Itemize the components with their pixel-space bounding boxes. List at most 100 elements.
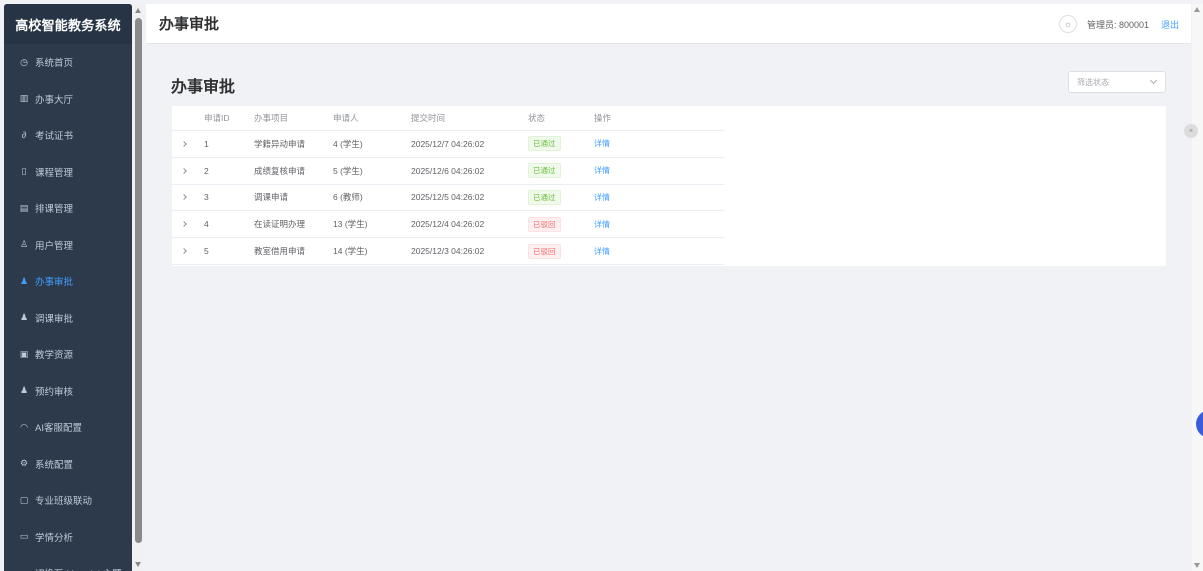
detail-link[interactable]: 详情	[594, 220, 610, 229]
detail-link[interactable]: 详情	[594, 166, 610, 175]
cell-time: 2025/12/7 04:26:02	[411, 138, 485, 149]
page-scroll-up-icon[interactable]	[1194, 7, 1200, 12]
table-row: 1 学籍异动申请 4 (学生) 2025/12/7 04:26:02 已通过 详情	[172, 131, 724, 158]
sidebar-item-label: 切换至 Material 主题	[35, 566, 122, 571]
cell-applicant: 5 (学生)	[333, 165, 363, 176]
cell-status: 已驳回	[520, 216, 586, 232]
detail-link[interactable]: 详情	[594, 247, 610, 256]
page-scroll-down-icon[interactable]	[1194, 563, 1200, 568]
header-title: 办事审批	[159, 16, 220, 33]
cell-status: 已通过	[520, 189, 586, 205]
page-scrollbar[interactable]	[1192, 4, 1203, 571]
sidebar-scrollbar[interactable]	[133, 4, 144, 571]
app-root: 高校智能教务系统 ◷ 系统首页 ▥ 办事大厅 ∂ 考试证书 ▯ 课程管理 ▤ 排课管理 ♙ 用户管理 ♟…	[0, 0, 1203, 571]
status-badge: 已通过	[528, 189, 561, 205]
user-swap-icon: ♟	[19, 312, 29, 323]
cell-action: 详情	[586, 246, 724, 257]
document-icon: ▢	[19, 494, 29, 505]
sidebar-item-1[interactable]: ▥ 办事大厅	[4, 81, 132, 118]
user-check-icon: ♟	[19, 275, 29, 286]
chevron-right-icon	[181, 194, 187, 201]
sidebar-item-4[interactable]: ▤ 排课管理	[4, 190, 132, 227]
table-row: 2 成绩复核申请 5 (学生) 2025/12/6 04:26:02 已通过 详情	[172, 158, 724, 185]
cell-applicant: 14 (学生)	[333, 246, 368, 257]
cell-id: 5	[204, 246, 209, 257]
sidebar-item-11[interactable]: ⚙ 系统配置	[4, 446, 132, 483]
main-content: 办事审批 筛选状态 申请ID 办事项目 申请人 提交时间 状态 操作 1 学籍异动申请 4 (学…	[146, 45, 1191, 571]
sidebar-item-13[interactable]: ▭ 学情分析	[4, 519, 132, 556]
sidebar-item-label: 学情分析	[35, 532, 74, 544]
expand-row-button[interactable]	[172, 248, 196, 254]
detail-link[interactable]: 详情	[594, 139, 610, 148]
cell-applicant: 6 (教师)	[333, 192, 363, 203]
detail-link[interactable]: 详情	[594, 193, 610, 202]
status-badge: 已通过	[528, 136, 561, 152]
top-header: 办事审批 ☼ 管理员: 800001 退出	[146, 4, 1191, 44]
sidebar-item-8[interactable]: ▣ 教学资源	[4, 336, 132, 373]
sidebar-item-5[interactable]: ♙ 用户管理	[4, 227, 132, 264]
sidebar-scrollbar-thumb[interactable]	[135, 18, 142, 543]
column-header: 提交时间	[411, 113, 446, 123]
table-row: 4 在读证明办理 13 (学生) 2025/12/4 04:26:02 已驳回 详情	[172, 211, 724, 239]
link-icon: ∂	[21, 129, 27, 140]
clock-icon: ◷	[20, 56, 28, 67]
status-filter-select[interactable]: 筛选状态	[1068, 71, 1166, 93]
sidebar-item-10[interactable]: ◠ AI客服配置	[4, 409, 132, 446]
sidebar-item-14[interactable]: ☼切换至 Material 主题	[4, 555, 132, 571]
column-header: 申请人	[333, 113, 359, 123]
cell-id: 2	[204, 165, 209, 176]
expand-row-button[interactable]	[172, 167, 196, 174]
cell-time: 2025/12/3 04:26:02	[411, 246, 485, 257]
scroll-up-arrow-icon[interactable]	[135, 8, 141, 13]
sidebar-item-9[interactable]: ♟ 预约审核	[4, 373, 132, 410]
cell-item: 调课申请	[254, 192, 289, 203]
cell-time: 2025/12/6 04:26:02	[411, 165, 485, 176]
expand-row-button[interactable]	[172, 141, 196, 147]
user-icon: ♙	[19, 239, 29, 250]
cell-item: 教室借用申请	[254, 246, 306, 257]
column-header: 状态	[528, 113, 546, 123]
sidebar-menu: ◷ 系统首页 ▥ 办事大厅 ∂ 考试证书 ▯ 课程管理 ▤ 排课管理 ♙ 用户管理 ♟ 办事审批 ♟ 调课审批…	[4, 44, 132, 571]
sidebar-item-label: 办事大厅	[35, 94, 74, 106]
close-icon: ×	[1188, 127, 1194, 135]
sidebar-item-6[interactable]: ♟ 办事审批	[4, 263, 132, 300]
sidebar-item-2[interactable]: ∂ 考试证书	[4, 117, 132, 154]
table-header-row: 申请ID 办事项目 申请人 提交时间 状态 操作	[172, 106, 724, 131]
collapse-edge-button[interactable]: ×	[1184, 124, 1198, 138]
cell-item: 成绩复核申请	[254, 165, 306, 176]
sidebar-item-12[interactable]: ▢ 专业班级联动	[4, 482, 132, 519]
book-icon: ▯	[21, 166, 27, 177]
sidebar-item-7[interactable]: ♟ 调课审批	[4, 300, 132, 337]
expand-row-button[interactable]	[172, 221, 196, 228]
sidebar-item-0[interactable]: ◷ 系统首页	[4, 44, 132, 81]
theme-toggle-button[interactable]: ☼	[1058, 15, 1077, 33]
cell-status: 已通过	[520, 163, 586, 179]
column-header: 申请ID	[204, 113, 230, 123]
status-badge: 已通过	[528, 163, 561, 179]
chart-icon: ▭	[19, 531, 29, 542]
cell-applicant: 4 (学生)	[333, 138, 363, 149]
cell-item: 学籍异动申请	[254, 138, 306, 149]
logout-link[interactable]: 退出	[1161, 18, 1179, 31]
headset-icon: ◠	[20, 421, 28, 432]
cell-applicant: 13 (学生)	[333, 219, 368, 230]
status-badge: 已驳回	[528, 243, 561, 259]
cell-status: 已驳回	[520, 243, 586, 259]
cell-action: 详情	[586, 138, 724, 149]
table-row: 5 教室借用申请 14 (学生) 2025/12/3 04:26:02 已驳回 详情	[172, 238, 724, 265]
cell-item: 在读证明办理	[254, 219, 306, 230]
status-filter-placeholder: 筛选状态	[1077, 77, 1109, 87]
sidebar-item-3[interactable]: ▯ 课程管理	[4, 154, 132, 191]
scroll-down-arrow-icon[interactable]	[135, 562, 141, 567]
sidebar-item-label: 教学资源	[35, 350, 74, 362]
sidebar-item-label: 预约审核	[35, 386, 74, 398]
cell-action: 详情	[586, 192, 724, 203]
sidebar-item-label: 排课管理	[35, 204, 74, 216]
expand-row-button[interactable]	[172, 194, 196, 201]
sidebar: 高校智能教务系统 ◷ 系统首页 ▥ 办事大厅 ∂ 考试证书 ▯ 课程管理 ▤ 排课管理 ♙ 用户管理 ♟…	[4, 4, 132, 571]
table-row: 3 调课申请 6 (教师) 2025/12/5 04:26:02 已通过 详情	[172, 185, 724, 212]
cell-action: 详情	[586, 219, 724, 230]
column-header: 办事项目	[254, 113, 289, 123]
sidebar-item-label: 用户管理	[35, 240, 74, 252]
approval-table-body: 申请ID 办事项目 申请人 提交时间 状态 操作 1 学籍异动申请 4 (学生) 2025/12/…	[172, 106, 724, 265]
